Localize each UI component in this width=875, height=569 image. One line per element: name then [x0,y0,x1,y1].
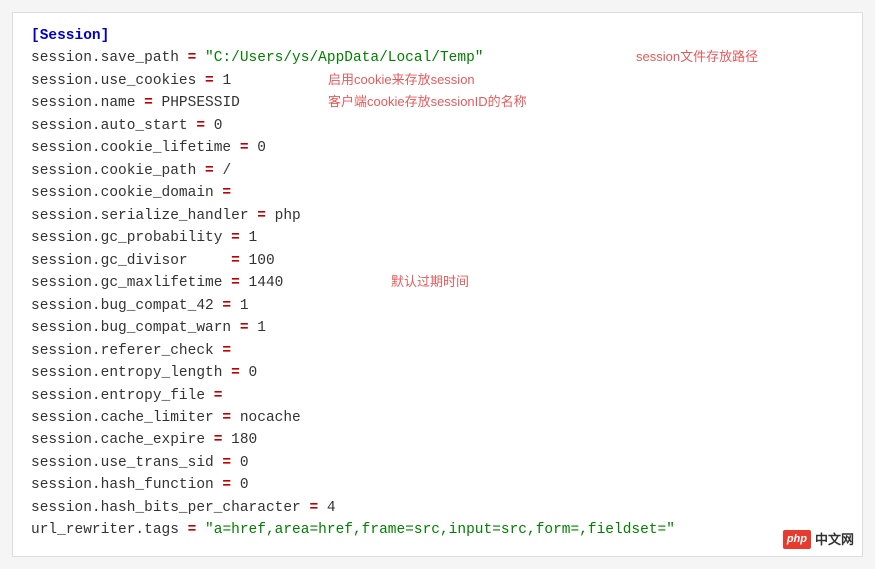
config-line: session.hash_function = 0 [31,474,844,496]
equals-sign: = [214,343,231,359]
annotation: 默认过期时间 [391,272,469,292]
equals-sign: = [205,388,222,404]
equals-sign: = [249,208,275,224]
section-header: [Session] [31,28,109,44]
equals-sign: = [214,455,240,471]
config-key: session.use_cookies [31,73,196,89]
config-line: session.use_cookies = 1 启用cookie来存放sessio… [31,70,844,92]
config-line: url_rewriter.tags = "a=href,area=href,fr… [31,519,844,541]
equals-sign: = [135,95,161,111]
config-value: PHPSESSID [162,95,240,111]
equals-sign: = [222,253,248,269]
config-line: session.cookie_lifetime = 0 [31,137,844,159]
config-line: session.referer_check = [31,340,844,362]
equals-sign: = [222,365,248,381]
config-line: session.serialize_handler = php [31,205,844,227]
config-key: session.gc_divisor [31,253,222,269]
config-value: "a=href,area=href,frame=src,input=src,fo… [205,522,675,538]
config-key: session.entropy_length [31,365,222,381]
config-key: session.gc_maxlifetime [31,275,222,291]
config-key: session.referer_check [31,343,214,359]
watermark: php 中文网 [783,530,854,550]
watermark-badge: php [783,530,811,549]
config-key: session.serialize_handler [31,208,249,224]
config-value: 1 [249,230,258,246]
config-line: session.gc_probability = 1 [31,227,844,249]
config-line: session.cache_limiter = nocache [31,407,844,429]
config-value: php [275,208,301,224]
config-line: session.entropy_length = 0 [31,362,844,384]
equals-sign: = [179,50,205,66]
annotation: 客户端cookie存放sessionID的名称 [328,92,527,112]
config-line: session.auto_start = 0 [31,115,844,137]
equals-sign: = [179,522,205,538]
equals-sign: = [214,185,231,201]
equals-sign: = [205,432,231,448]
config-key: session.entropy_file [31,388,205,404]
config-line: session.use_trans_sid = 0 [31,452,844,474]
config-line: session.cache_expire = 180 [31,429,844,451]
config-value: "C:/Users/ys/AppData/Local/Temp" [205,50,483,66]
config-line: session.name = PHPSESSID 客户端cookie存放sessi… [31,92,844,114]
code-block: [Session] session.save_path = "C:/Users/… [12,12,863,557]
equals-sign: = [301,500,327,516]
config-line: session.save_path = "C:/Users/ys/AppData… [31,47,844,69]
annotation: session文件存放路径 [636,47,758,67]
equals-sign: = [214,410,240,426]
section-header-line: [Session] [31,25,844,47]
config-line: session.hash_bits_per_character = 4 [31,497,844,519]
config-line: session.cookie_path = / [31,160,844,182]
config-value: 100 [249,253,275,269]
equals-sign: = [196,73,222,89]
config-value: 0 [214,118,223,134]
config-key: session.use_trans_sid [31,455,214,471]
config-value: / [222,163,231,179]
config-value: 1 [240,298,249,314]
config-key: session.name [31,95,135,111]
config-value: 0 [240,477,249,493]
config-key: session.cache_expire [31,432,205,448]
config-value: 180 [231,432,257,448]
watermark-text: 中文网 [815,530,854,550]
config-key: session.bug_compat_42 [31,298,214,314]
config-value: 0 [240,455,249,471]
equals-sign: = [231,320,257,336]
config-value: 4 [327,500,336,516]
equals-sign: = [188,118,214,134]
config-line: session.gc_maxlifetime = 1440 默认过期时间 [31,272,844,294]
config-key: session.hash_function [31,477,214,493]
config-key: session.cookie_domain [31,185,214,201]
config-line: session.entropy_file = [31,385,844,407]
config-value: 1 [222,73,231,89]
equals-sign: = [214,477,240,493]
config-line: session.gc_divisor = 100 [31,250,844,272]
equals-sign: = [222,275,248,291]
config-key: url_rewriter.tags [31,522,179,538]
config-value: 1440 [249,275,284,291]
config-key: session.hash_bits_per_character [31,500,301,516]
equals-sign: = [196,163,222,179]
annotation: 启用cookie来存放session [328,70,475,90]
config-line: session.bug_compat_warn = 1 [31,317,844,339]
config-value: nocache [240,410,301,426]
config-key: session.cookie_path [31,163,196,179]
config-key: session.save_path [31,50,179,66]
equals-sign: = [214,298,240,314]
config-line: session.cookie_domain = [31,182,844,204]
config-line: session.bug_compat_42 = 1 [31,295,844,317]
config-value: 0 [249,365,258,381]
config-key: session.cache_limiter [31,410,214,426]
config-key: session.bug_compat_warn [31,320,231,336]
config-value: 0 [257,140,266,156]
config-value: 1 [257,320,266,336]
config-key: session.cookie_lifetime [31,140,231,156]
config-key: session.auto_start [31,118,188,134]
config-key: session.gc_probability [31,230,222,246]
equals-sign: = [222,230,248,246]
equals-sign: = [231,140,257,156]
